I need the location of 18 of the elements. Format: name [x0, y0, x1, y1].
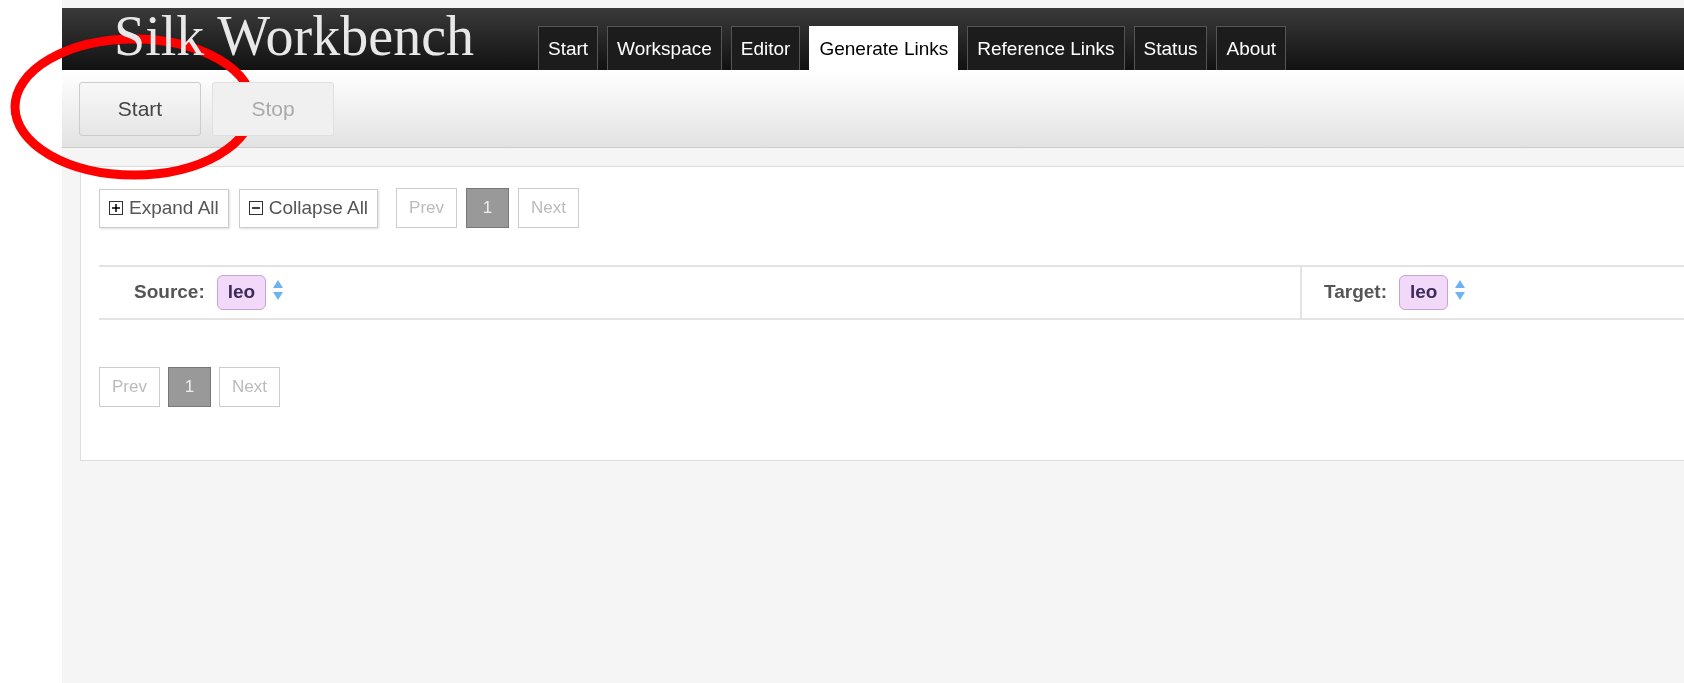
start-button[interactable]: Start — [79, 81, 201, 136]
nav-tab[interactable]: Reference Links — [967, 25, 1125, 70]
plus-icon — [109, 201, 123, 215]
expand-all-button[interactable]: Expand All — [99, 188, 229, 228]
nav-tab[interactable]: Status — [1133, 25, 1208, 70]
column-label: Source: — [134, 280, 205, 305]
column-tag: leo — [1399, 275, 1449, 310]
nav-tab[interactable]: Editor — [730, 25, 801, 70]
nav-tab[interactable]: Generate Links — [809, 25, 959, 70]
nav-tab[interactable]: About — [1216, 25, 1287, 70]
collapse-all-button[interactable]: Collapse All — [238, 188, 379, 228]
column-label: Target: — [1324, 280, 1387, 305]
minus-icon — [248, 201, 263, 215]
sort-icon[interactable] — [272, 279, 285, 301]
column-tag: leo — [216, 275, 267, 310]
nav-tab[interactable]: Start — [538, 25, 599, 70]
nav-tab[interactable]: Workspace — [607, 25, 722, 70]
sort-icon[interactable] — [1454, 279, 1467, 301]
